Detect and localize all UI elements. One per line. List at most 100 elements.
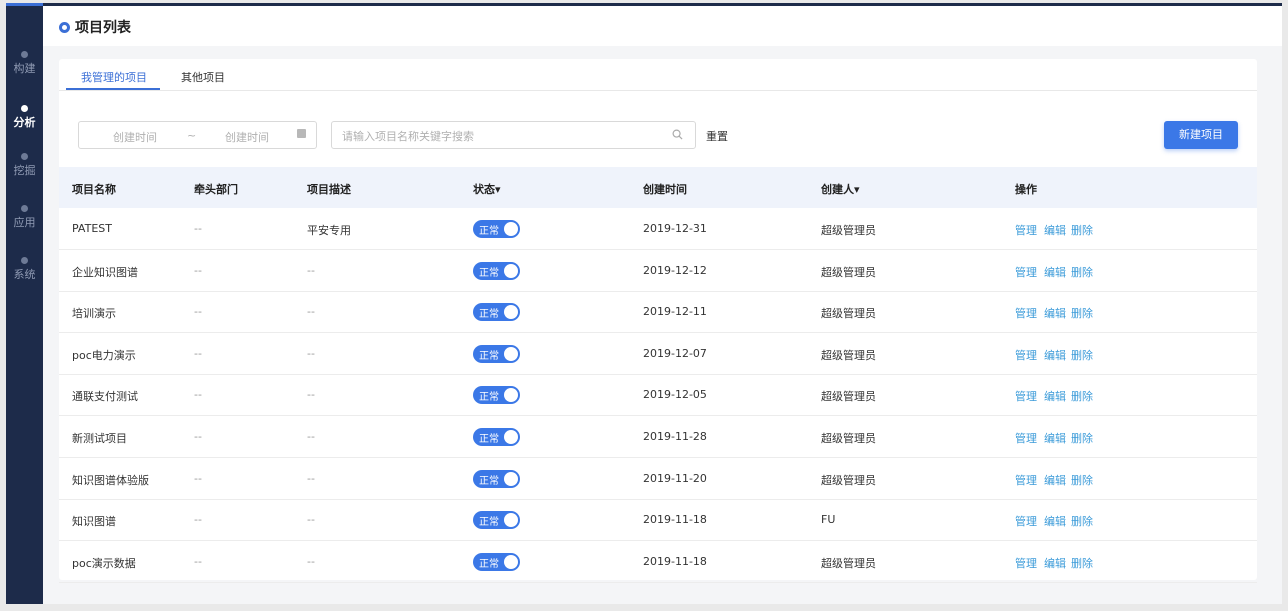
status-toggle[interactable]: 正常 bbox=[473, 220, 520, 238]
new-project-button[interactable]: 新建项目 bbox=[1164, 121, 1238, 149]
page-header: 项目列表 bbox=[43, 6, 1282, 46]
edit-link[interactable]: 编辑 bbox=[1044, 430, 1066, 446]
edit-link[interactable]: 编辑 bbox=[1044, 472, 1066, 488]
status-label: 正常 bbox=[479, 558, 499, 570]
toggle-knob bbox=[504, 346, 518, 361]
status-toggle[interactable]: 正常 bbox=[473, 428, 520, 446]
table-row: 新测试项目 -- -- 正常 2019-11-28 超级管理员 管理 编辑 删除 bbox=[59, 416, 1257, 458]
project-name-cell: 培训演示 bbox=[72, 307, 116, 321]
creator-cell: 超级管理员 bbox=[821, 556, 876, 570]
project-name-cell: poc演示数据 bbox=[72, 556, 136, 570]
edit-link[interactable]: 编辑 bbox=[1044, 305, 1066, 321]
sidebar-item-label: 挖掘 bbox=[13, 164, 36, 177]
edit-link[interactable]: 编辑 bbox=[1044, 264, 1066, 280]
manage-link[interactable]: 管理 bbox=[1015, 264, 1037, 280]
project-name-cell: 通联支付测试 bbox=[72, 390, 138, 404]
delete-link[interactable]: 删除 bbox=[1071, 222, 1093, 238]
status-toggle[interactable]: 正常 bbox=[473, 344, 520, 363]
tab-my-projects[interactable]: 我管理的项目 bbox=[81, 69, 147, 85]
status-toggle[interactable]: 正常 bbox=[473, 552, 520, 571]
delete-link[interactable]: 删除 bbox=[1071, 430, 1093, 446]
project-name-cell: poc电力演示 bbox=[72, 348, 136, 362]
edit-link[interactable]: 编辑 bbox=[1044, 388, 1066, 404]
status-toggle[interactable]: 正常 bbox=[473, 303, 520, 322]
date-range-picker[interactable]: 创建时间 ~ 创建时间 bbox=[78, 121, 317, 149]
start-date-placeholder: 创建时间 bbox=[113, 131, 157, 144]
desc-cell: -- bbox=[307, 554, 315, 568]
delete-link[interactable]: 删除 bbox=[1071, 347, 1093, 363]
header-status-sort[interactable]: 状态▾ bbox=[473, 181, 501, 197]
creator-cell: FU bbox=[821, 513, 836, 527]
creator-cell: 超级管理员 bbox=[821, 348, 876, 362]
edit-link[interactable]: 编辑 bbox=[1044, 222, 1066, 238]
table-row: poc演示数据 -- -- 正常 2019-11-18 超级管理员 管理 编辑 删除 bbox=[59, 541, 1257, 583]
main-content: 项目列表 我管理的项目 其他项目 创建时间 ~ 创建时间 请输入项目名称关键字搜… bbox=[43, 3, 1282, 604]
sidebar-item-mining[interactable]: 挖掘 bbox=[6, 153, 43, 178]
pie-icon bbox=[21, 105, 28, 112]
status-label: 正常 bbox=[479, 434, 499, 445]
dept-cell: -- bbox=[194, 554, 202, 568]
desc-cell: -- bbox=[307, 471, 315, 485]
creator-cell: 超级管理员 bbox=[821, 432, 876, 445]
header-created: 创建时间 bbox=[643, 183, 687, 196]
status-toggle[interactable]: 正常 bbox=[473, 469, 520, 488]
manage-link[interactable]: 管理 bbox=[1015, 430, 1037, 446]
tab-other-projects[interactable]: 其他项目 bbox=[181, 69, 225, 85]
status-toggle[interactable]: 正常 bbox=[473, 261, 520, 280]
table-row: poc电力演示 -- -- 正常 2019-12-07 超级管理员 管理 编辑 删除 bbox=[59, 333, 1257, 375]
date-separator: ~ bbox=[187, 129, 197, 142]
search-input[interactable]: 请输入项目名称关键字搜索 bbox=[331, 121, 696, 149]
status-toggle[interactable]: 正常 bbox=[473, 511, 520, 530]
search-placeholder: 请输入项目名称关键字搜索 bbox=[342, 130, 474, 143]
created-date-cell: 2019-11-18 bbox=[643, 513, 707, 527]
edit-link[interactable]: 编辑 bbox=[1044, 347, 1066, 363]
reset-button[interactable]: 重置 bbox=[706, 128, 728, 144]
creator-cell: 超级管理员 bbox=[821, 307, 876, 321]
toggle-knob bbox=[504, 305, 518, 320]
delete-link[interactable]: 删除 bbox=[1071, 305, 1093, 321]
sidebar-item-apps[interactable]: 应用 bbox=[6, 205, 43, 230]
nodes-icon bbox=[21, 153, 28, 160]
manage-link[interactable]: 管理 bbox=[1015, 222, 1037, 238]
edit-link[interactable]: 编辑 bbox=[1044, 555, 1066, 571]
delete-link[interactable]: 删除 bbox=[1071, 388, 1093, 404]
table-row: 知识图谱体验版 -- -- 正常 2019-11-20 超级管理员 管理 编辑 删除 bbox=[59, 458, 1257, 500]
project-name-cell: 知识图谱体验版 bbox=[72, 473, 149, 487]
status-label: 正常 bbox=[479, 309, 499, 321]
search-icon[interactable] bbox=[672, 129, 683, 140]
manage-link[interactable]: 管理 bbox=[1015, 555, 1037, 571]
calendar-icon bbox=[297, 129, 306, 138]
header-actions: 操作 bbox=[1015, 183, 1037, 196]
creator-cell: 超级管理员 bbox=[821, 224, 876, 237]
delete-link[interactable]: 删除 bbox=[1071, 555, 1093, 571]
sidebar-item-build[interactable]: 构建 bbox=[6, 51, 43, 76]
manage-link[interactable]: 管理 bbox=[1015, 513, 1037, 529]
edit-link[interactable]: 编辑 bbox=[1044, 513, 1066, 529]
header-name: 项目名称 bbox=[72, 183, 116, 196]
delete-link[interactable]: 删除 bbox=[1071, 513, 1093, 529]
manage-link[interactable]: 管理 bbox=[1015, 347, 1037, 363]
toggle-knob bbox=[504, 388, 518, 403]
status-label: 正常 bbox=[479, 226, 499, 237]
toggle-knob bbox=[504, 222, 518, 236]
project-name-cell: 知识图谱 bbox=[72, 515, 116, 529]
manage-link[interactable]: 管理 bbox=[1015, 305, 1037, 321]
table-row: 培训演示 -- -- 正常 2019-12-11 超级管理员 管理 编辑 删除 bbox=[59, 291, 1257, 334]
status-toggle[interactable]: 正常 bbox=[473, 386, 520, 405]
sidebar-item-system[interactable]: 系统 bbox=[6, 257, 43, 282]
manage-link[interactable]: 管理 bbox=[1015, 388, 1037, 404]
delete-link[interactable]: 删除 bbox=[1071, 472, 1093, 488]
cube-icon bbox=[21, 205, 28, 212]
app-window: 构建 分析 挖掘 应用 系统 项目列表 我管理的项目 其他项目 创建时间 ~ 创… bbox=[0, 0, 1288, 611]
sidebar-item-analysis[interactable]: 分析 bbox=[6, 105, 43, 130]
toggle-knob bbox=[504, 471, 518, 486]
delete-link[interactable]: 删除 bbox=[1071, 264, 1093, 280]
created-date-cell: 2019-12-12 bbox=[643, 263, 707, 277]
toggle-knob bbox=[504, 554, 518, 569]
created-date-cell: 2019-12-31 bbox=[643, 222, 707, 235]
creator-cell: 超级管理员 bbox=[821, 265, 876, 279]
table-row: PATEST -- 平安专用 正常 2019-12-31 超级管理员 管理 编辑 删除 bbox=[59, 208, 1257, 250]
manage-link[interactable]: 管理 bbox=[1015, 472, 1037, 488]
header-creator-sort[interactable]: 创建人▾ bbox=[821, 181, 860, 197]
toggle-knob bbox=[504, 263, 518, 278]
